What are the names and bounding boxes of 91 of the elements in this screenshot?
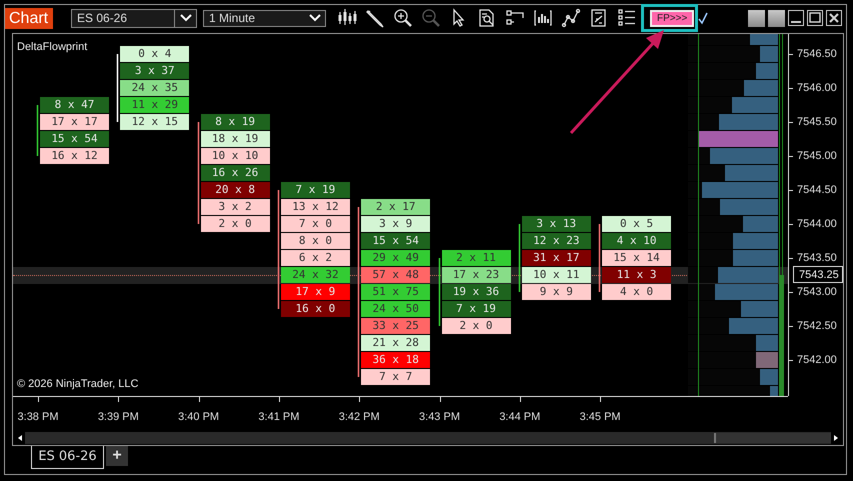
time-label: 3:42 PM: [338, 411, 381, 423]
footprint-cell: 57 x 48: [361, 266, 430, 282]
price-label: 7544.00: [797, 217, 837, 232]
footprint-cell: 15 x 14: [602, 250, 672, 266]
footprint-cell: 2 x 17: [361, 198, 430, 214]
chevron-down-icon: [180, 14, 192, 22]
scrollbar-thumb[interactable]: [714, 433, 831, 443]
current-price-label: 7543.25: [793, 266, 843, 283]
footprint-cell: 0 x 4: [120, 46, 190, 62]
time-label: 3:41 PM: [257, 411, 300, 423]
time-label: 3:43 PM: [418, 411, 461, 423]
time-label: 3:44 PM: [498, 411, 542, 423]
footprint-cell: 3 x 2: [200, 198, 270, 214]
footprint-cell: 11 x 3: [602, 266, 672, 282]
price-label: 7542.50: [797, 319, 837, 334]
price-label: 7542.00: [797, 353, 837, 368]
window-title: Chart: [5, 8, 53, 28]
footprint-cell: 15 x 54: [40, 130, 109, 146]
footprint-cell: 36 x 18: [361, 352, 430, 368]
add-tab-button[interactable]: +: [106, 446, 128, 466]
footprint-cell: 6 x 2: [280, 250, 350, 266]
footprint-cell: 13 x 12: [280, 198, 350, 214]
window-button[interactable]: [748, 10, 766, 26]
price-label: 7544.50: [797, 183, 837, 198]
footprint-cell: 7 x 19: [442, 300, 510, 316]
footprint-cell: 3 x 9: [361, 216, 430, 232]
time-label: 3:39 PM: [96, 411, 140, 423]
instrument-dropdown[interactable]: ES 06-26: [71, 8, 197, 28]
line-chart-icon[interactable]: [560, 7, 582, 29]
close-icon[interactable]: [826, 10, 842, 26]
footprint-cell: 21 x 28: [361, 334, 430, 350]
footprint-cell: 3 x 13: [522, 216, 591, 232]
footprint-cell: 8 x 47: [40, 96, 109, 112]
footprint-cell: 12 x 15: [120, 114, 190, 130]
time-label: 3:40 PM: [177, 411, 220, 423]
footprint-cell: 15 x 54: [361, 232, 430, 248]
footprint-cell: 16 x 12: [40, 148, 109, 164]
minimize-icon[interactable]: [788, 10, 804, 26]
footprint-cell: 0 x 5: [602, 216, 672, 232]
footprint-cell: 8 x 19: [200, 114, 270, 130]
footprint-cell: 24 x 50: [361, 300, 430, 316]
fp-button[interactable]: FP>>>: [650, 10, 694, 26]
zoom-out-icon[interactable]: [420, 7, 442, 29]
footprint-cell: 2 x 0: [442, 318, 510, 334]
footprint-cell: 7 x 7: [361, 368, 430, 384]
indicator-label: DeltaFlowprint: [17, 41, 88, 53]
time-label: 3:45 PM: [578, 411, 622, 423]
footprint-cell: 2 x 11: [442, 250, 510, 266]
footprint-cell: 4 x 0: [602, 284, 672, 300]
footprint-cell: 18 x 19: [200, 130, 270, 146]
footprint-cell: 17 x 17: [40, 114, 109, 130]
footprint-cell: 51 x 75: [361, 284, 430, 300]
footprint-cell: 17 x 9: [280, 284, 350, 300]
footprint-cell: 8 x 0: [280, 232, 350, 248]
maximize-icon[interactable]: [807, 10, 824, 26]
footprint-cell: 19 x 36: [442, 284, 510, 300]
scroll-right-icon[interactable]: [831, 432, 841, 444]
footprint-cell: 29 x 49: [361, 250, 430, 266]
scroll-left-icon[interactable]: [15, 432, 25, 444]
price-label: 7543.00: [797, 285, 837, 300]
interval-dropdown[interactable]: 1 Minute: [203, 10, 326, 26]
footprint-cell: 20 x 8: [200, 182, 270, 198]
footprint-cell: 2 x 0: [200, 216, 270, 232]
footprint-cell: 4 x 10: [602, 232, 672, 248]
copyright-text: © 2026 NinjaTrader, LLC: [17, 378, 138, 390]
price-label: 7546.50: [797, 47, 837, 62]
footprint-cell: 3 x 37: [120, 62, 190, 78]
price-label: 7546.00: [797, 81, 837, 96]
footprint-cell: 9 x 9: [522, 284, 591, 300]
price-label: 7545.00: [797, 149, 837, 164]
footprint-cell: 16 x 26: [200, 164, 270, 180]
footprint-cell: 17 x 23: [442, 266, 510, 282]
price-label: 7543.50: [797, 251, 837, 266]
footprint-cell: 11 x 29: [120, 96, 190, 112]
chevron-down-icon: [309, 14, 321, 22]
window-button[interactable]: [768, 10, 786, 26]
footprint-cell: 7 x 0: [280, 216, 350, 232]
footprint-cell: 24 x 35: [120, 80, 190, 96]
zoom-in-icon[interactable]: [392, 7, 414, 29]
footprint-cell: 10 x 11: [522, 266, 591, 282]
horizontal-scrollbar[interactable]: [15, 432, 841, 444]
footprint-cell: 10 x 10: [200, 148, 270, 164]
footprint-cell: 12 x 23: [522, 232, 591, 248]
footprint-cell: 7 x 19: [280, 182, 350, 198]
footprint-cell: 33 x 25: [361, 318, 430, 334]
footprint-cell: 31 x 17: [522, 250, 591, 266]
price-label: 7545.50: [797, 115, 837, 130]
footprint-cell: 24 x 32: [280, 266, 350, 282]
chart-tab[interactable]: ES 06-26: [31, 446, 104, 469]
footprint-cell: 16 x 0: [280, 300, 350, 316]
time-label: 3:38 PM: [16, 411, 60, 423]
